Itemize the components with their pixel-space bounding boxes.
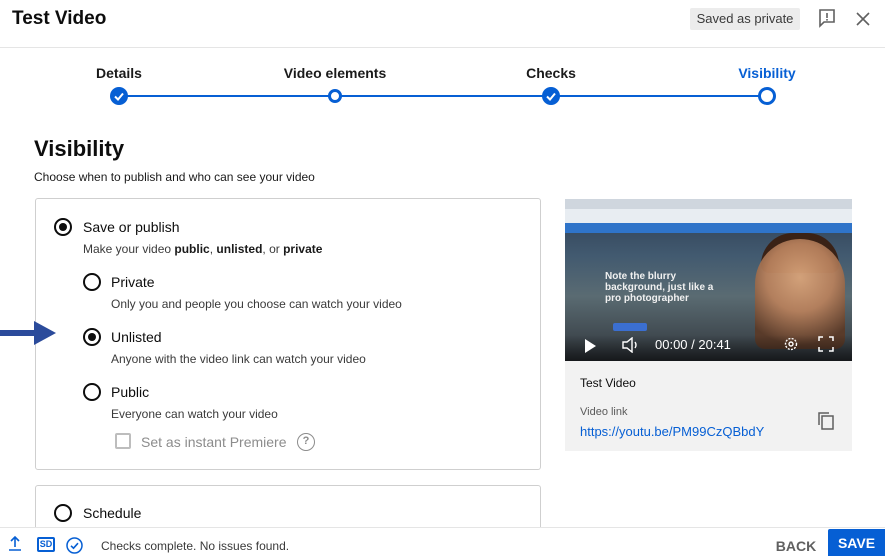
video-link-label: Video link <box>580 406 628 418</box>
video-time: 00:00 / 20:41 <box>655 337 731 352</box>
save-or-publish-desc: Make your video public, unlisted, or pri… <box>83 242 323 256</box>
checks-status-text: Checks complete. No issues found. <box>101 539 290 553</box>
saved-status-badge: Saved as private <box>690 8 800 30</box>
close-button[interactable] <box>853 9 873 29</box>
checks-complete-icon[interactable] <box>66 537 83 554</box>
step-checks-check-icon[interactable] <box>542 87 560 105</box>
step-visibility-dot-icon[interactable] <box>758 87 776 105</box>
page-subtitle: Choose when to publish and who can see y… <box>34 170 315 184</box>
video-thumbnail-person <box>755 239 845 349</box>
schedule-radio[interactable] <box>54 504 72 522</box>
help-icon[interactable]: ? <box>297 433 315 451</box>
fullscreen-icon[interactable] <box>818 336 834 352</box>
public-desc: Everyone can watch your video <box>111 407 278 421</box>
video-link[interactable]: https://youtu.be/PM99CzQBbdY <box>580 424 764 439</box>
close-icon <box>856 12 870 26</box>
preview-video-title: Test Video <box>580 376 636 390</box>
step-details-check-icon[interactable] <box>110 87 128 105</box>
unlisted-label: Unlisted <box>111 329 162 345</box>
private-radio[interactable] <box>83 273 101 291</box>
step-checks-label[interactable]: Checks <box>526 65 576 81</box>
unlisted-desc: Anyone with the video link can watch you… <box>111 352 366 366</box>
save-or-publish-label: Save or publish <box>83 219 180 235</box>
private-desc: Only you and people you choose can watch… <box>111 297 402 311</box>
page-title: Visibility <box>34 136 125 161</box>
feedback-icon <box>819 9 835 28</box>
dialog-header: Test Video Saved as private <box>0 0 885 48</box>
private-label: Private <box>111 274 155 290</box>
instant-premiere-checkbox[interactable] <box>115 433 131 449</box>
save-or-publish-radio[interactable] <box>54 218 72 236</box>
step-details-label[interactable]: Details <box>96 65 142 81</box>
copy-icon[interactable] <box>817 411 835 431</box>
stepper-line <box>119 95 767 97</box>
step-visibility-label[interactable]: Visibility <box>738 65 795 81</box>
feedback-button[interactable] <box>816 7 838 29</box>
save-button[interactable]: SAVE <box>828 529 885 556</box>
public-label: Public <box>111 384 150 400</box>
video-preview-panel: Note the blurry background, just like a … <box>565 199 852 451</box>
unlisted-radio[interactable] <box>83 328 101 346</box>
volume-icon[interactable] <box>621 337 641 353</box>
public-radio[interactable] <box>83 383 101 401</box>
instant-premiere-label: Set as instant Premiere <box>141 434 287 450</box>
back-button[interactable]: BACK <box>770 535 822 556</box>
step-video-elements-dot-icon[interactable] <box>328 89 342 103</box>
schedule-label: Schedule <box>83 505 142 521</box>
sd-quality-icon[interactable]: SD <box>37 537 55 552</box>
video-overlay-text: Note the blurry background, just like a … <box>605 271 714 304</box>
play-icon[interactable] <box>585 339 596 353</box>
gear-icon[interactable] <box>783 336 799 352</box>
video-player[interactable]: Note the blurry background, just like a … <box>565 199 852 361</box>
annotation-arrow-icon <box>0 321 56 345</box>
dialog-title: Test Video <box>12 8 107 29</box>
step-video-elements-label[interactable]: Video elements <box>284 65 386 81</box>
upload-icon[interactable] <box>8 535 22 551</box>
